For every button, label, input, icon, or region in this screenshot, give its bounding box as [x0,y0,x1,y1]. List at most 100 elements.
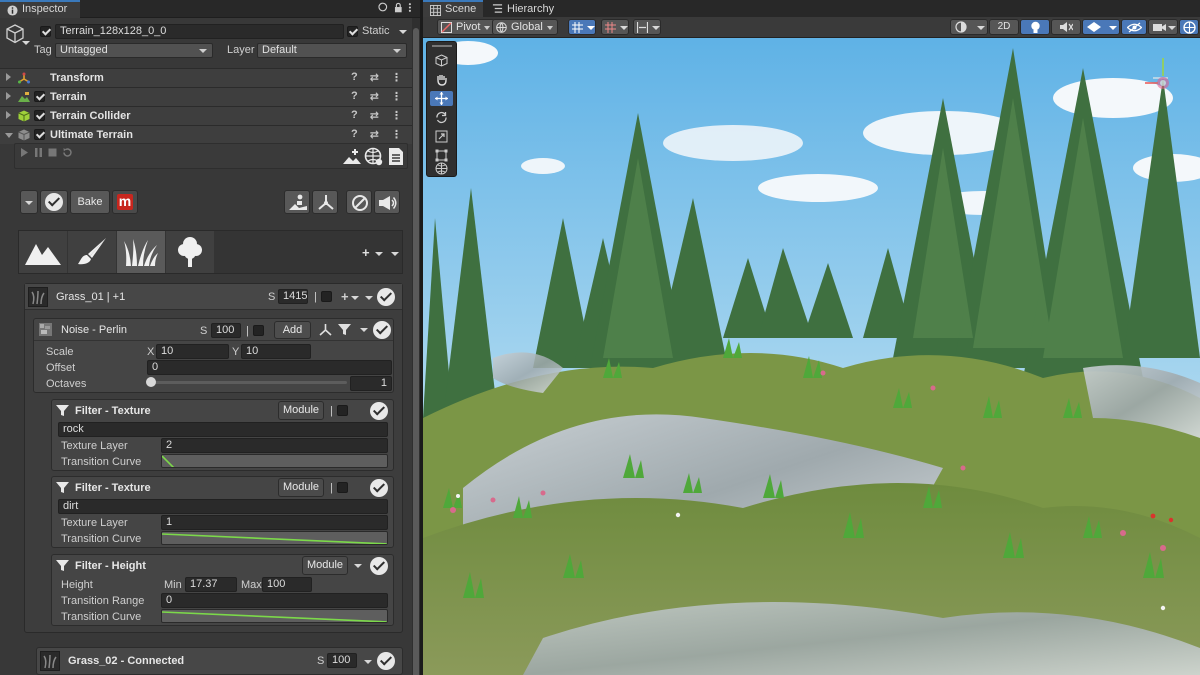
disable-button[interactable] [346,190,372,214]
grass02-layer[interactable]: Grass_02 - Connected S 100 [36,647,403,675]
filter1-name-field[interactable]: rock [58,422,388,437]
static-dropdown-icon[interactable] [399,30,407,34]
filter3-module-button[interactable]: Module [302,556,348,575]
filter2-name-field[interactable]: dirt [58,499,388,514]
draw-mode-button[interactable] [950,19,988,35]
tag-dropdown[interactable]: Untagged [55,43,213,58]
add-category-menu[interactable]: + [362,245,370,260]
expand-arrow-icon[interactable] [6,73,11,81]
tab-trees[interactable] [166,231,214,273]
pivot-dropdown[interactable]: Pivot [437,19,496,35]
preset-icon[interactable]: ⇄ [370,90,379,103]
grass02-dropdown-icon[interactable] [364,660,372,664]
noise-filter-icon[interactable] [338,323,351,336]
grass02-seed-field[interactable]: 100 [327,653,357,668]
component-terrain-collider[interactable]: Terrain Collider ? ⇄ ⋮ [0,106,412,125]
filter3-max-field[interactable]: 100 [262,577,312,592]
help-icon[interactable]: ? [351,71,358,84]
filter1-header[interactable]: Filter - Texture Module | [52,400,393,421]
noise-seed-field[interactable]: 100 [211,323,241,338]
bake-options-dropdown[interactable] [20,190,38,214]
component-transform[interactable]: Transform ? ⇄ ⋮ [0,68,412,87]
add-category-arrow-icon[interactable] [375,252,383,256]
preset-icon[interactable]: ⇄ [370,128,379,141]
more-icon[interactable]: ⋮ [391,71,402,84]
tab-scene[interactable]: Scene [423,0,483,18]
scene-visibility-button[interactable] [1121,19,1147,35]
filter2-module-button[interactable]: Module [278,478,324,497]
audio-button[interactable] [1051,19,1081,35]
filter2-enabled-icon[interactable] [370,479,388,497]
object-name-field[interactable]: Terrain_128x128_0_0 [55,24,344,39]
view-tool[interactable] [430,72,453,87]
filter1-enabled-icon[interactable] [370,402,388,420]
preset-icon[interactable]: ⇄ [370,109,379,122]
filter1-toggle[interactable] [337,405,348,416]
octaves-slider-handle[interactable] [146,377,156,387]
grass01-toggle[interactable] [321,291,332,302]
transform-tool[interactable] [430,161,453,176]
component-toggle[interactable] [34,129,45,140]
grass01-enabled-icon[interactable] [377,288,395,306]
filter3-header[interactable]: Filter - Height Module [52,555,393,576]
effects-button[interactable] [1082,19,1120,35]
terrain-brush-button[interactable] [284,190,310,214]
noise-octaves-field[interactable]: 1 [350,376,392,391]
apply-button[interactable] [40,190,68,214]
preset-icon[interactable]: ⇄ [370,71,379,84]
kebab-menu-icon[interactable] [408,2,412,13]
component-toggle[interactable] [34,110,45,121]
inspector-scrollbar[interactable] [412,18,420,675]
inspector-scrollbar-thumb[interactable] [413,28,419,675]
filter3-dropdown-icon[interactable] [354,564,362,568]
move-tool[interactable] [430,91,453,106]
static-toggle[interactable] [347,26,358,37]
category-dropdown-icon[interactable] [391,252,399,256]
more-icon[interactable]: ⋮ [391,109,402,122]
scene-viewport[interactable] [423,38,1200,675]
tab-terrain-heights[interactable] [19,231,67,273]
view-cube-tool[interactable] [430,53,453,68]
component-toggle[interactable] [34,91,45,102]
expand-arrow-icon[interactable] [6,92,11,100]
tab-paint-texture[interactable] [68,231,116,273]
rotate-tool[interactable] [430,110,453,125]
add-terrain-icon[interactable] [343,148,361,166]
noise-enabled-icon[interactable] [373,321,391,339]
globe-settings-icon[interactable] [364,147,383,166]
noise-offset-field[interactable]: 0 [147,360,392,375]
spread-button[interactable] [312,190,338,214]
filter1-module-button[interactable]: Module [278,401,324,420]
mode-2d-button[interactable]: 2D [989,19,1019,35]
gizmos-button[interactable] [1179,19,1199,35]
filter3-range-field[interactable]: 0 [161,593,388,608]
octaves-slider-track[interactable] [150,381,347,384]
grass01-seed-field[interactable]: 1415 [278,289,308,304]
grass01-add-arrow-icon[interactable] [351,296,359,300]
noise-tripod-icon[interactable] [319,323,332,336]
help-icon[interactable]: ? [351,128,358,141]
reset-icon[interactable] [62,147,73,158]
noise-dropdown-icon[interactable] [360,328,368,332]
grass02-enabled-icon[interactable] [377,652,395,670]
filter1-curve-field[interactable] [161,454,388,468]
snap-increment-button[interactable] [601,19,629,35]
component-terrain[interactable]: Terrain ? ⇄ ⋮ [0,87,412,106]
circle-icon[interactable] [378,2,388,12]
pause-icon[interactable] [34,148,43,157]
noise-add-button[interactable]: Add [274,321,311,339]
filter3-enabled-icon[interactable] [370,557,388,575]
grass01-add-menu[interactable]: + [341,289,349,304]
lighting-button[interactable] [1020,19,1050,35]
active-toggle[interactable] [40,26,51,37]
help-icon[interactable]: ? [351,90,358,103]
camera-button[interactable] [1148,19,1178,35]
tab-hierarchy[interactable]: Hierarchy [485,0,565,18]
expand-arrow-icon[interactable] [6,111,11,119]
noise-header[interactable]: Noise - Perlin S 100 | Add [34,319,393,341]
layer-dropdown[interactable]: Default [257,43,407,58]
filter2-toggle[interactable] [337,482,348,493]
filter2-layer-field[interactable]: 1 [161,515,388,530]
m-button[interactable]: m [112,190,138,214]
tool-strip-handle[interactable] [432,45,452,47]
